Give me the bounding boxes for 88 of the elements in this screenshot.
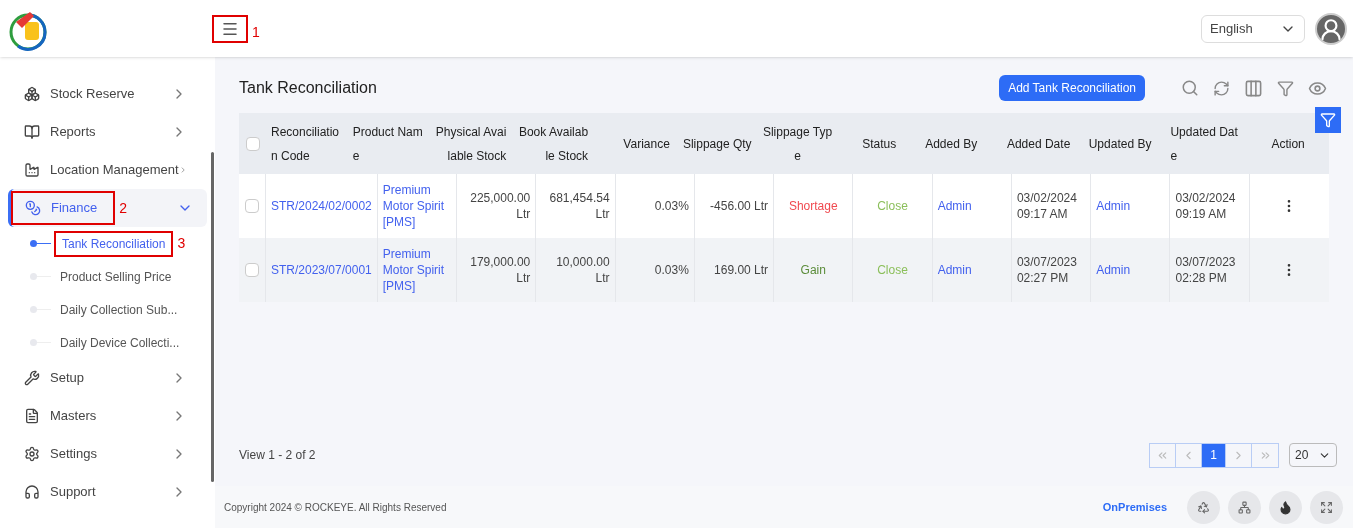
column-header[interactable]: Action — [1247, 131, 1329, 156]
recycle-button[interactable] — [1187, 490, 1220, 524]
filter-panel-button[interactable] — [1315, 107, 1341, 133]
search-icon[interactable] — [1181, 79, 1199, 97]
column-header[interactable]: Status — [838, 131, 921, 156]
column-header[interactable]: Slippage Qty — [674, 131, 757, 156]
mode-label: OnPremises — [1102, 499, 1167, 515]
table-link[interactable]: STR/2024/02/0002 — [271, 198, 372, 214]
fullscreen-button[interactable] — [1310, 490, 1343, 524]
nodes-icon — [1238, 500, 1251, 514]
headset-icon — [24, 484, 40, 500]
copyright-text: Copyright 2024 © ROCKEYE. All Rights Reserved — [224, 500, 447, 515]
table-link[interactable]: STR/2023/07/0001 — [271, 262, 372, 278]
table-cell-text: 10,000.00 Ltr — [555, 254, 610, 286]
page-size-select[interactable]: 20 — [1289, 443, 1337, 467]
sidebar-item[interactable]: Support — [8, 473, 207, 511]
column-header[interactable]: Reconciliation Code — [266, 119, 348, 168]
refresh-icon[interactable] — [1213, 79, 1230, 97]
filter-icon — [1320, 112, 1336, 128]
sidebar-item[interactable]: Settings — [8, 435, 207, 473]
table-cell: Close — [877, 262, 908, 278]
tools-icon — [24, 370, 40, 386]
flame-button[interactable] — [1269, 490, 1302, 524]
page-title: Tank Reconciliation — [239, 78, 377, 98]
table-link[interactable]: Premium Motor Spirit [PMS] — [382, 246, 451, 294]
column-header[interactable]: Physical Available Stock — [429, 119, 512, 168]
add-button[interactable]: Add Tank Reconciliation — [999, 75, 1145, 101]
row-checkbox[interactable] — [245, 263, 259, 277]
table-cell: -456.00 Ltr — [710, 198, 769, 214]
factory-icon — [24, 162, 40, 178]
table-link[interactable]: Premium Motor Spirit [PMS] — [382, 182, 451, 230]
column-header[interactable]: Added By — [920, 131, 1002, 156]
document-icon — [24, 408, 40, 424]
menu-button[interactable] — [212, 14, 248, 43]
avatar[interactable] — [1315, 12, 1347, 45]
table-cell-text: 179,000.00 Ltr — [469, 254, 531, 286]
table-cell: Close — [877, 198, 908, 214]
table-cell-text: 03/02/2024 09:17 AM — [1016, 190, 1078, 222]
sidebar-item[interactable]: Location Management — [8, 151, 207, 189]
column-header[interactable]: Book Available Stock — [511, 119, 594, 168]
scrollbar[interactable] — [211, 152, 214, 482]
sidebar-item[interactable]: Reports — [8, 113, 207, 151]
submenu-item[interactable]: Daily Device Collecti... — [54, 331, 186, 354]
column-header[interactable]: Updated Date — [1165, 119, 1248, 168]
table-cell-text: 225,000.00 Ltr — [469, 190, 531, 222]
table-cell: Shortage — [788, 198, 838, 214]
column-header[interactable]: Variance — [593, 131, 675, 156]
column-header[interactable]: Product Name — [347, 119, 430, 168]
settings-icon — [24, 446, 40, 462]
header-checkbox[interactable] — [245, 136, 260, 151]
columns-icon[interactable] — [1244, 78, 1263, 98]
boxes-icon — [24, 86, 40, 102]
flame-icon — [1278, 499, 1293, 515]
recycle-icon — [1197, 500, 1210, 514]
filter-icon[interactable] — [1277, 79, 1294, 97]
annotation-number: 1 — [252, 23, 260, 42]
table-cell: 0.03% — [654, 198, 689, 214]
page-button[interactable]: 1 — [1202, 443, 1226, 467]
table-cell-text: 03/02/2024 09:19 AM — [1175, 190, 1237, 222]
network-button[interactable] — [1228, 490, 1261, 524]
annotation-number: 2 — [119, 198, 128, 218]
table-cell: 169.00 Ltr — [714, 262, 769, 278]
table-cell: 0.03% — [654, 262, 689, 278]
table-link[interactable]: Admin — [1096, 262, 1131, 278]
table-cell: Gain — [800, 262, 826, 278]
language-select[interactable]: English — [1201, 14, 1305, 43]
coins-icon — [25, 200, 41, 216]
sidebar-item[interactable]: Masters — [8, 397, 207, 435]
records-summary: View 1 - 2 of 2 — [239, 447, 316, 464]
table-cell-text: 03/07/2023 02:28 PM — [1175, 254, 1237, 286]
book-icon — [24, 124, 40, 140]
sidebar-item[interactable]: Stock Reserve — [8, 75, 207, 113]
submenu-item[interactable]: Daily Collection Sub... — [54, 298, 184, 321]
table-link[interactable]: Admin — [937, 262, 972, 278]
sidebar-item[interactable]: Finance 2 — [8, 189, 207, 227]
column-header[interactable]: Slippage Type — [756, 119, 839, 168]
table-cell-text: 03/07/2023 02:27 PM — [1016, 254, 1078, 286]
column-header[interactable]: Added Date — [1001, 131, 1084, 156]
table-cell-text: 681,454.54 Ltr — [548, 190, 610, 222]
table-link[interactable]: Admin — [1096, 198, 1131, 214]
sidebar-item[interactable]: Setup — [8, 359, 207, 397]
row-checkbox[interactable] — [245, 199, 259, 213]
column-header[interactable]: Updated By — [1083, 131, 1166, 156]
annotation-number: 3 — [177, 234, 186, 253]
table-link[interactable]: Admin — [937, 198, 972, 214]
submenu-item[interactable]: Product Selling Price — [54, 265, 178, 288]
expand-icon — [1320, 500, 1333, 514]
submenu-item[interactable]: Tank Reconciliation — [54, 230, 174, 257]
